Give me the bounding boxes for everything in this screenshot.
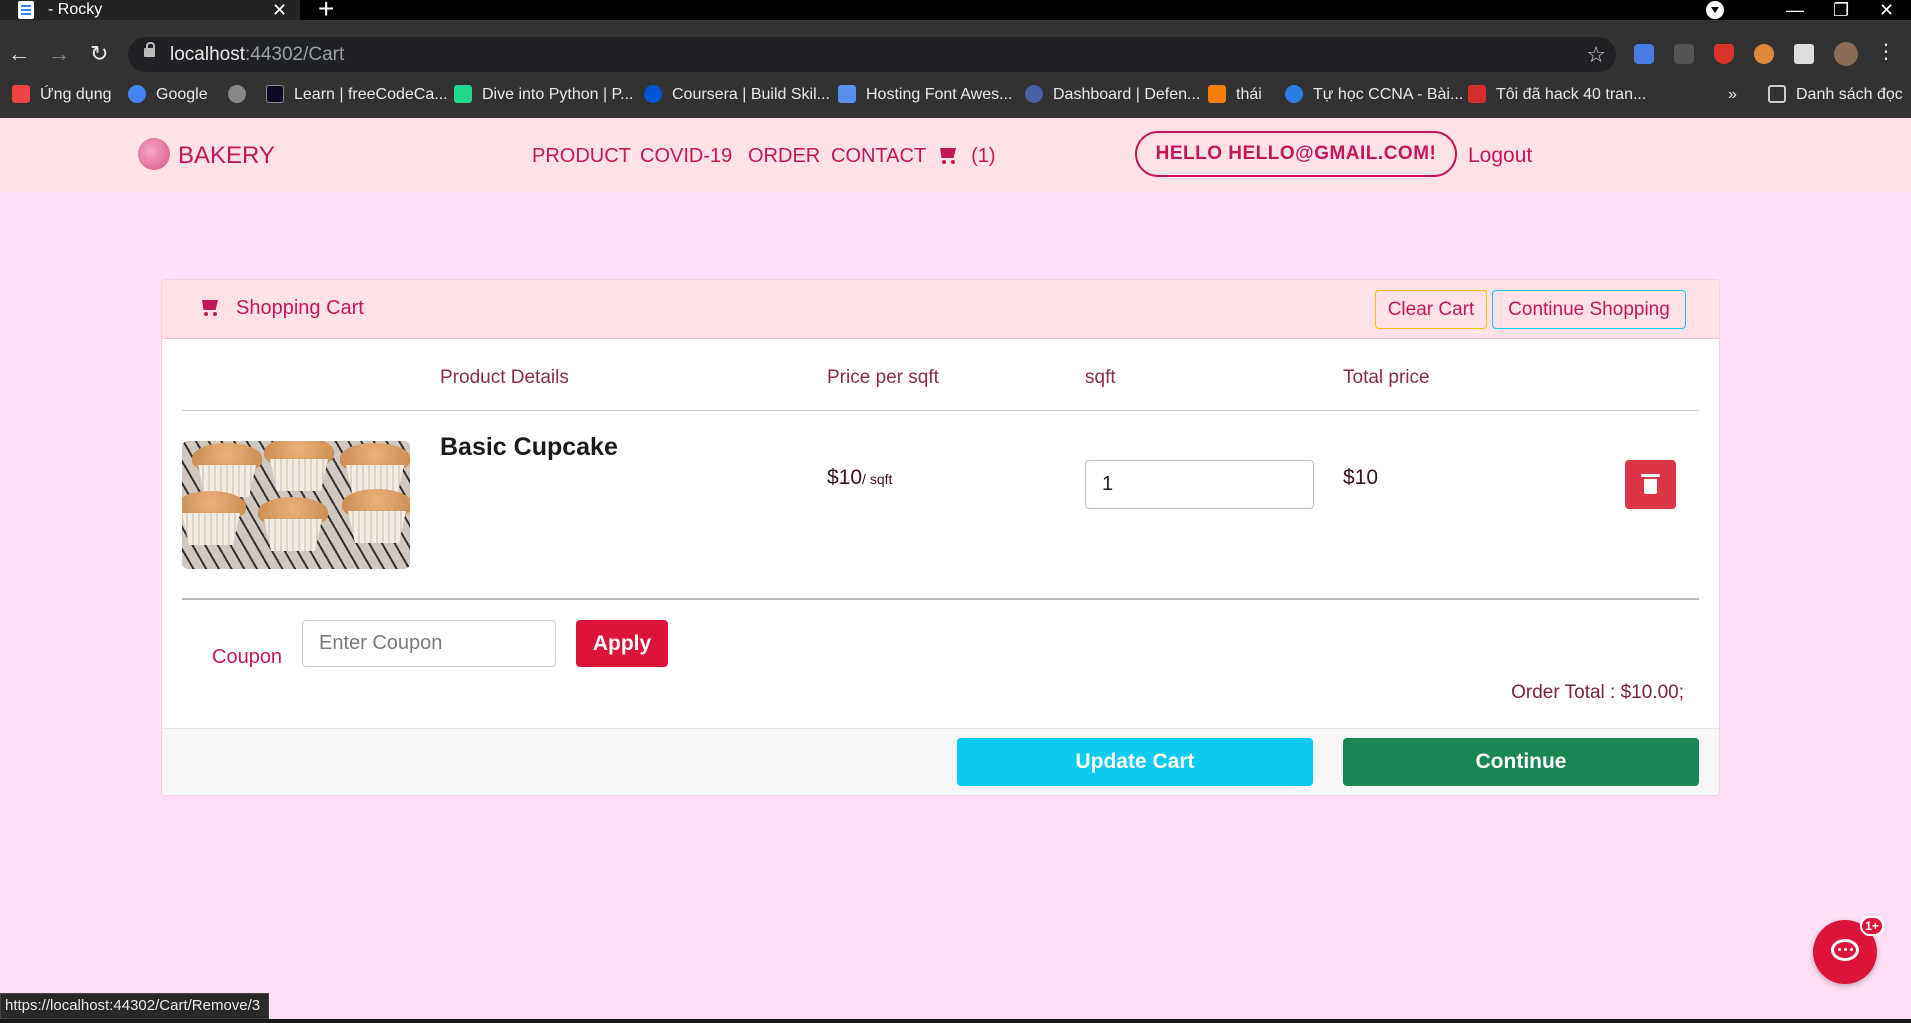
brand-logo[interactable]: BAKERY [138, 138, 275, 171]
cart-icon [198, 298, 222, 316]
shopping-cart-card: Shopping Cart Clear Cart Continue Shoppi… [161, 279, 1720, 796]
bookmarks-bar: Ứng dụng Google Learn | freeCodeCa... Di… [0, 80, 1911, 118]
back-arrow-icon[interactable]: ← [8, 42, 30, 66]
reading-list[interactable]: Danh sách đọc [1768, 80, 1903, 110]
address-bar[interactable]: localhost:44302/Cart ☆ [128, 37, 1616, 72]
cart-count: (1) [971, 145, 996, 167]
apply-coupon-button[interactable]: Apply [576, 620, 668, 667]
pycharm-icon [454, 85, 472, 103]
tab-close-icon[interactable]: ✕ [272, 0, 287, 20]
browser-toolbar: ← → ↻ localhost:44302/Cart ☆ [0, 20, 1911, 88]
link-status-bar: https://localhost:44302/Cart/Remove/3 [0, 993, 270, 1019]
continue-button[interactable]: Continue [1343, 738, 1699, 786]
sqft-input[interactable] [1085, 460, 1314, 509]
history-icon [228, 85, 246, 103]
apps-grid-icon [12, 85, 30, 103]
bookmark-history[interactable] [228, 80, 256, 110]
browser-tab-bar: - Rocky ✕ + — ❐ ✕ [0, 0, 1911, 23]
nav-link-order[interactable]: ORDER [748, 144, 820, 168]
user-greeting-pill[interactable]: HELLO HELLO@GMAIL.COM! [1135, 131, 1457, 177]
bakery-logo-icon [138, 138, 170, 170]
update-cart-button[interactable]: Update Cart [957, 738, 1313, 786]
chat-bubble-icon [1831, 939, 1859, 961]
minimize-button[interactable]: — [1786, 0, 1804, 20]
bookmark-thai[interactable]: thái [1208, 80, 1262, 110]
flag-icon [838, 85, 856, 103]
tab-search-icon[interactable] [1706, 1, 1724, 19]
logout-link[interactable]: Logout [1468, 144, 1532, 168]
freecodecamp-icon [266, 85, 284, 103]
lock-icon[interactable] [144, 42, 155, 57]
translate-extension-icon[interactable] [1634, 44, 1654, 64]
continue-shopping-button[interactable]: Continue Shopping [1492, 290, 1686, 329]
page-favicon-icon [18, 1, 34, 19]
cart-title: Shopping Cart [198, 294, 364, 322]
header-divider [182, 410, 1699, 411]
tab-title: - Rocky [48, 1, 103, 18]
bookmark-dive-into-python[interactable]: Dive into Python | P... [454, 80, 634, 110]
bookmark-hack[interactable]: Tôi đã hack 40 tran... [1468, 80, 1646, 110]
coupon-input[interactable] [302, 620, 556, 667]
blogger-icon [1208, 85, 1226, 103]
browser-tab[interactable]: - Rocky ✕ [0, 0, 300, 20]
shield-extension-icon[interactable] [1714, 44, 1734, 64]
restore-button[interactable]: ❐ [1833, 0, 1849, 20]
reload-icon[interactable]: ↻ [90, 42, 108, 66]
cart-header: Shopping Cart Clear Cart Continue Shoppi… [162, 280, 1719, 339]
bottom-strip [0, 1019, 1911, 1023]
t-logo-icon [1468, 85, 1486, 103]
cookie-extension-icon[interactable] [1754, 44, 1774, 64]
cart-footer: Update Cart Continue [162, 728, 1719, 795]
bookmark-freecodecamp[interactable]: Learn | freeCodeCa... [266, 80, 448, 110]
browser-menu-icon[interactable]: ⋮ [1876, 40, 1896, 64]
order-total: Order Total : $10.00; [1511, 682, 1684, 703]
product-name: Basic Cupcake [440, 433, 618, 461]
reading-list-icon [1768, 85, 1786, 103]
bookmark-apps[interactable]: Ứng dụng [12, 80, 112, 110]
bookmark-star-icon[interactable]: ☆ [1586, 37, 1606, 72]
search-q-icon [1285, 85, 1303, 103]
forward-arrow-icon[interactable]: → [48, 42, 70, 66]
bookmark-ccna[interactable]: Tự học CCNA - Bài... [1285, 80, 1463, 110]
google-icon [128, 85, 146, 103]
globe-icon [1025, 85, 1043, 103]
bookmark-google[interactable]: Google [128, 80, 208, 110]
new-tab-button[interactable]: + [318, 0, 334, 23]
column-header-sqft: sqft [1085, 367, 1116, 388]
trash-icon [1641, 474, 1660, 494]
extension-icon[interactable] [1674, 44, 1694, 64]
column-header-product: Product Details [440, 367, 569, 388]
row-divider [182, 598, 1699, 600]
bookmark-coursera[interactable]: Coursera | Build Skil... [644, 80, 830, 110]
remove-item-button[interactable] [1625, 460, 1676, 509]
profile-avatar[interactable] [1834, 42, 1858, 66]
cart-icon [936, 146, 960, 164]
nav-link-contact[interactable]: CONTACT [831, 144, 926, 168]
product-total-price: $10 [1343, 466, 1379, 489]
coursera-icon [644, 85, 662, 103]
clear-cart-button[interactable]: Clear Cart [1375, 290, 1487, 329]
column-header-total: Total price [1343, 367, 1430, 388]
product-price: $10/ sqft [827, 466, 893, 489]
url-text[interactable]: localhost:44302/Cart [170, 37, 344, 72]
nav-link-product[interactable]: PRODUCT [532, 144, 631, 168]
site-navbar: BAKERY PRODUCT COVID-19 ORDER CONTACT (1… [0, 118, 1911, 192]
nav-link-covid[interactable]: COVID-19 [640, 144, 732, 168]
column-header-price: Price per sqft [827, 367, 939, 388]
chat-notification-badge: 1+ [1860, 916, 1884, 936]
nav-cart-link[interactable]: (1) [936, 144, 996, 168]
bookmarks-overflow-chevron-icon[interactable]: » [1728, 80, 1737, 110]
bookmark-dashboard[interactable]: Dashboard | Defen... [1025, 80, 1200, 110]
window-close-button[interactable]: ✕ [1879, 0, 1894, 20]
bookmark-fontawesome[interactable]: Hosting Font Awes... [838, 80, 1012, 110]
coupon-label: Coupon [212, 646, 283, 668]
puzzle-extensions-icon[interactable] [1794, 44, 1814, 64]
product-image [182, 441, 410, 569]
